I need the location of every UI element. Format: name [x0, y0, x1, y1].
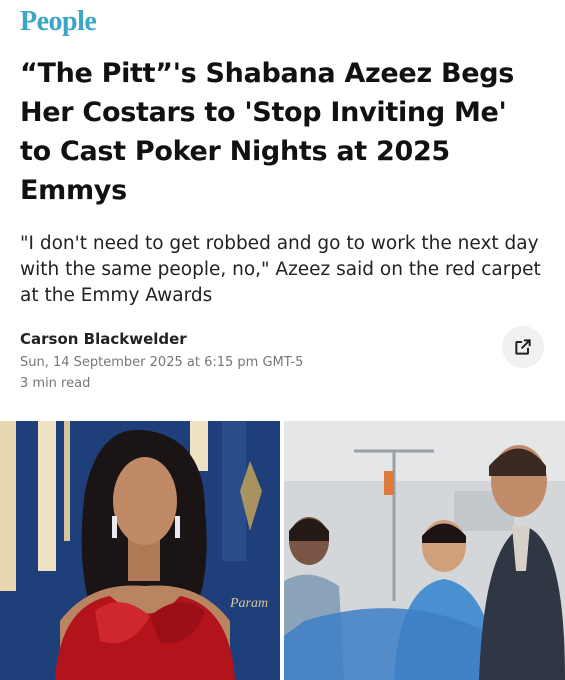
external-link-icon: [515, 339, 531, 355]
article-dek: "I don't need to get robbed and go to wo…: [20, 233, 541, 306]
article-headline: “The Pitt”'s Shabana Azeez Begs Her Cost…: [20, 58, 515, 206]
share-button[interactable]: [502, 326, 544, 368]
read-time: 3 min read: [20, 376, 91, 391]
author-name[interactable]: Carson Blackwelder: [20, 330, 187, 348]
show-still-photo[interactable]: [284, 421, 565, 680]
publish-date: Sun, 14 September 2025 at 6:15 pm GMT-5: [20, 355, 304, 370]
red-carpet-photo[interactable]: Param: [0, 421, 280, 680]
article-images: Param: [0, 421, 565, 680]
people-logo[interactable]: People: [20, 6, 97, 38]
backdrop-text: Param: [229, 596, 268, 611]
